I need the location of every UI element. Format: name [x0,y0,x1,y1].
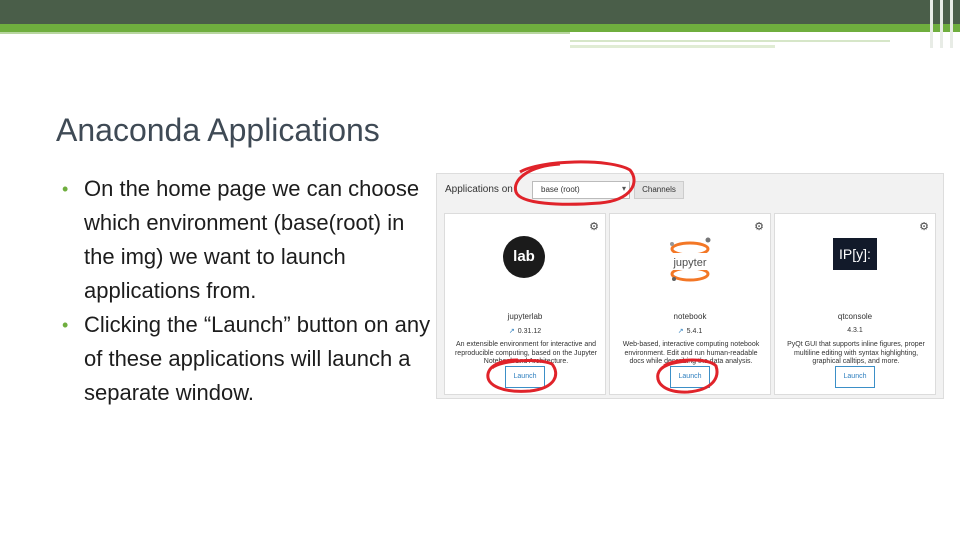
annotation-overlay [486,160,719,394]
annotation-circle-environment [513,160,636,206]
annotation-circle-launch [486,358,558,393]
annotation-circle-launch [656,358,719,394]
